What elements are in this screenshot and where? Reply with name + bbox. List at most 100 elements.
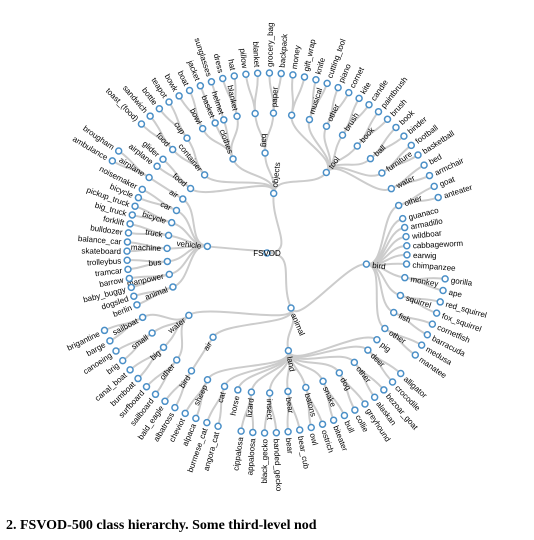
tree-node: other	[396, 193, 424, 208]
node-label: bear	[284, 397, 295, 415]
tree-node	[289, 112, 295, 118]
node-circle	[127, 221, 133, 227]
tree-node: animal	[144, 284, 176, 302]
node-circle	[403, 234, 409, 240]
node-label: dog	[338, 376, 353, 392]
node-circle	[139, 186, 145, 192]
node-circle	[128, 284, 134, 290]
node-circle	[390, 379, 396, 385]
node-circle	[271, 190, 277, 196]
node-label: black_gecko	[260, 438, 270, 483]
figure-caption: 2. FSVOD-500 class hierarchy. Some third…	[0, 518, 534, 540]
node-circle	[290, 72, 296, 78]
node-circle	[102, 327, 108, 333]
node-circle	[372, 394, 378, 400]
node-circle	[346, 90, 352, 96]
node-circle	[200, 126, 206, 132]
node-label: lizard	[245, 398, 256, 418]
tree-node: fish	[391, 309, 412, 324]
node-circle	[431, 183, 437, 189]
node-label: bed	[427, 152, 443, 166]
node-circle	[166, 232, 172, 238]
node-circle	[124, 239, 130, 245]
node-circle	[289, 112, 295, 118]
node-circle	[301, 74, 307, 80]
node-circle	[131, 293, 137, 299]
node-circle	[166, 271, 172, 277]
tree-node: bag	[260, 134, 269, 156]
node-circle	[331, 417, 337, 423]
node-label: goat	[438, 174, 457, 188]
tree-link	[191, 186, 274, 193]
node-circle	[215, 423, 221, 429]
node-label: truck	[145, 227, 165, 239]
node-label: knife	[314, 56, 327, 75]
tree-node: ball	[367, 143, 387, 162]
node-circle	[437, 299, 443, 305]
node-circle	[160, 156, 166, 162]
tree-node: skateboard	[81, 246, 130, 256]
tree-node: small	[130, 330, 156, 351]
node-circle	[313, 77, 319, 83]
node-circle	[262, 150, 268, 156]
node-circle	[341, 412, 347, 418]
tree-node: monkey	[402, 275, 439, 289]
node-label: grocery_bag	[266, 22, 276, 67]
node-label: bear	[284, 437, 295, 454]
node-circle	[419, 342, 425, 348]
node-label: bird	[178, 374, 193, 390]
node-circle	[393, 124, 399, 130]
node-circle	[335, 85, 341, 91]
node-circle	[384, 116, 390, 122]
tree-node: balance_car	[78, 234, 131, 246]
tree-link	[291, 264, 366, 311]
node-label: appaloosa	[245, 438, 257, 476]
node-circle	[402, 275, 408, 281]
node-circle	[243, 71, 249, 77]
node-circle	[138, 121, 144, 127]
node-circle	[340, 132, 346, 138]
node-label: pig	[379, 340, 393, 354]
tree-node: insect	[265, 390, 274, 421]
node-label: skateboard	[81, 246, 121, 256]
node-label: other	[403, 193, 424, 208]
tree-node: batons	[303, 385, 318, 418]
node-circle	[230, 156, 236, 162]
node-label: car	[159, 200, 173, 213]
node-circle	[204, 420, 210, 426]
node-label: cabbageworm	[413, 239, 464, 251]
node-circle	[235, 387, 241, 393]
tree-node: blanket	[251, 41, 261, 76]
node-label: furniture	[385, 149, 415, 173]
node-circle	[379, 170, 385, 176]
tree-node: truck	[145, 227, 172, 239]
tree-node: knife	[313, 56, 327, 83]
node-circle	[173, 208, 179, 214]
node-label: batons	[303, 392, 318, 418]
radial-tree-diagram: FSVODanimalbirdothergoatanteaterguanacoa…	[0, 0, 534, 518]
tree-link	[267, 193, 281, 253]
tree-node: bull	[341, 412, 356, 434]
node-circle	[324, 80, 330, 86]
node-circle	[231, 73, 237, 79]
node-label: gorilla	[450, 276, 473, 288]
node-circle	[208, 79, 214, 85]
tree-node: dog	[336, 370, 352, 392]
node-circle	[146, 174, 152, 180]
tree-node: objects	[270, 162, 282, 197]
tree-node: bird	[363, 261, 386, 271]
tree-node: vehicle	[176, 239, 210, 251]
node-circle	[388, 186, 394, 192]
node-label: bowl	[188, 107, 204, 126]
tree-node: big	[149, 344, 167, 362]
tree-node: book	[354, 125, 377, 149]
node-label: squirrel	[405, 293, 433, 310]
node-label: owl	[308, 432, 320, 446]
node-label: sailboat	[111, 316, 140, 337]
node-label: horse	[229, 394, 242, 416]
node-circle	[424, 332, 430, 338]
node-label: bear_cub	[296, 435, 311, 470]
node-circle	[184, 135, 190, 141]
tree-node: black_gecko	[260, 430, 270, 484]
tree-node: snake	[320, 378, 338, 409]
